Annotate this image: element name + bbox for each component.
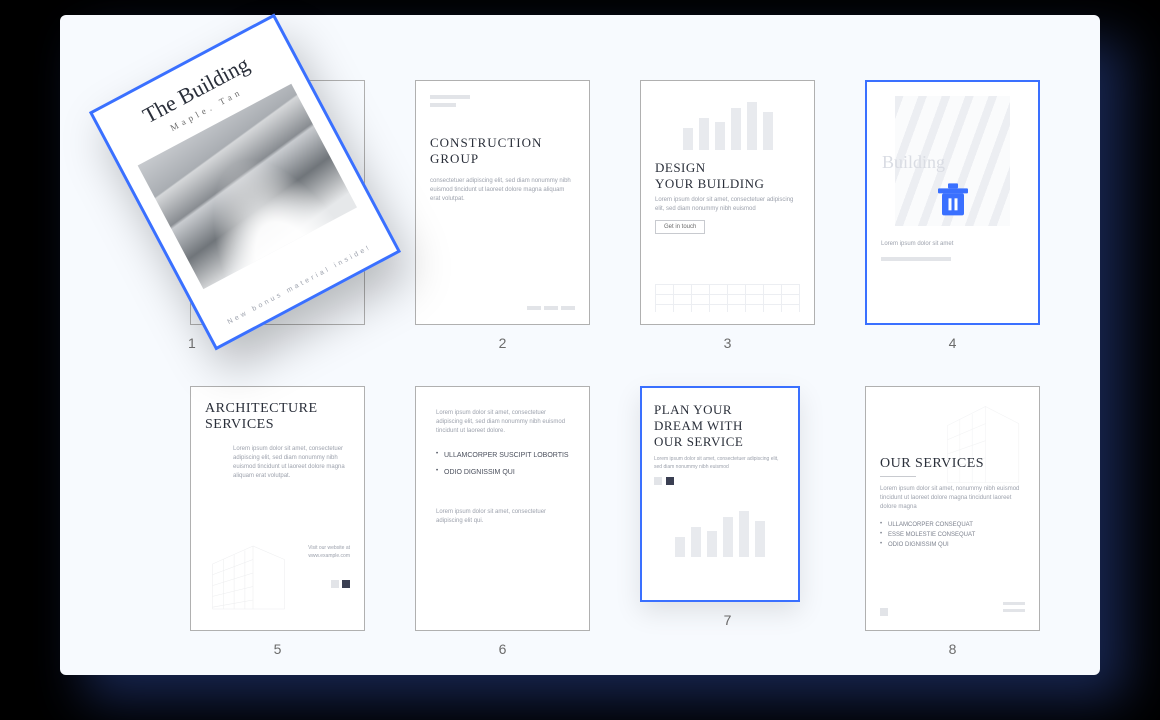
thumbnail-7[interactable]: PLAN YOUR DREAM WITH OUR SERVICE Lorem i…: [640, 386, 815, 657]
page-number: 5: [274, 641, 282, 657]
trash-icon[interactable]: [930, 176, 976, 222]
thumbnail-5[interactable]: ARCHITECTURE SERVICES Lorem ipsum dolor …: [190, 386, 365, 657]
page-3-title-1: DESIGN: [655, 160, 800, 176]
page-2-subtitle: GROUP: [430, 151, 575, 167]
page-4-body: Lorem ipsum dolor sit amet: [881, 240, 1024, 249]
page-4-title: Building: [882, 152, 945, 173]
bar-chart-icon: [654, 497, 786, 557]
page-5-title-1: ARCHITECTURE: [205, 401, 350, 417]
page-number: 2: [499, 335, 507, 351]
thumbnail-3[interactable]: DESIGN YOUR BUILDING Lorem ipsum dolor s…: [640, 80, 815, 351]
page-number: 3: [724, 335, 732, 351]
page-3-body: Lorem ipsum dolor sit amet, consectetuer…: [655, 196, 800, 214]
get-in-touch-button: Get in touch: [655, 220, 705, 234]
thumbnail-4[interactable]: Building Lorem ipsum dolor sit amet 4: [865, 80, 1040, 351]
page-2-body: consectetuer adipiscing elit, sed diam n…: [430, 177, 575, 204]
page-number: 1: [188, 335, 196, 351]
page-6-intro: Lorem ipsum dolor sit amet, consectetuer…: [436, 409, 569, 436]
page-3-title-2: YOUR BUILDING: [655, 176, 800, 192]
page-6-outro: Lorem ipsum dolor sit amet, consectetuer…: [436, 508, 569, 526]
page-number: 7: [724, 612, 732, 628]
legend-icon: [654, 477, 786, 485]
page-organizer-canvas[interactable]: CONSTRUCTION GROUP consectetuer adipisci…: [60, 15, 1100, 675]
thumbnail-2[interactable]: CONSTRUCTION GROUP consectetuer adipisci…: [415, 80, 590, 351]
page-number: 6: [499, 641, 507, 657]
bar-chart-icon: [655, 95, 800, 150]
thumbnail-8[interactable]: OUR SERVICES Lorem ipsum dolor sit amet,…: [865, 386, 1040, 657]
dragged-thumbnail[interactable]: The Building Maple. Tan New bonus materi…: [140, 47, 350, 317]
building-wireframe-icon: [921, 397, 1031, 492]
page-5-title-2: SERVICES: [205, 417, 350, 433]
page-number: 4: [949, 335, 957, 351]
page-5-body: Lorem ipsum dolor sit amet, consectetuer…: [233, 445, 350, 481]
building-wireframe-icon: [201, 528, 296, 618]
page-2-title: CONSTRUCTION: [430, 135, 575, 151]
thumbnail-6[interactable]: Lorem ipsum dolor sit amet, consectetuer…: [415, 386, 590, 657]
page-number: 8: [949, 641, 957, 657]
